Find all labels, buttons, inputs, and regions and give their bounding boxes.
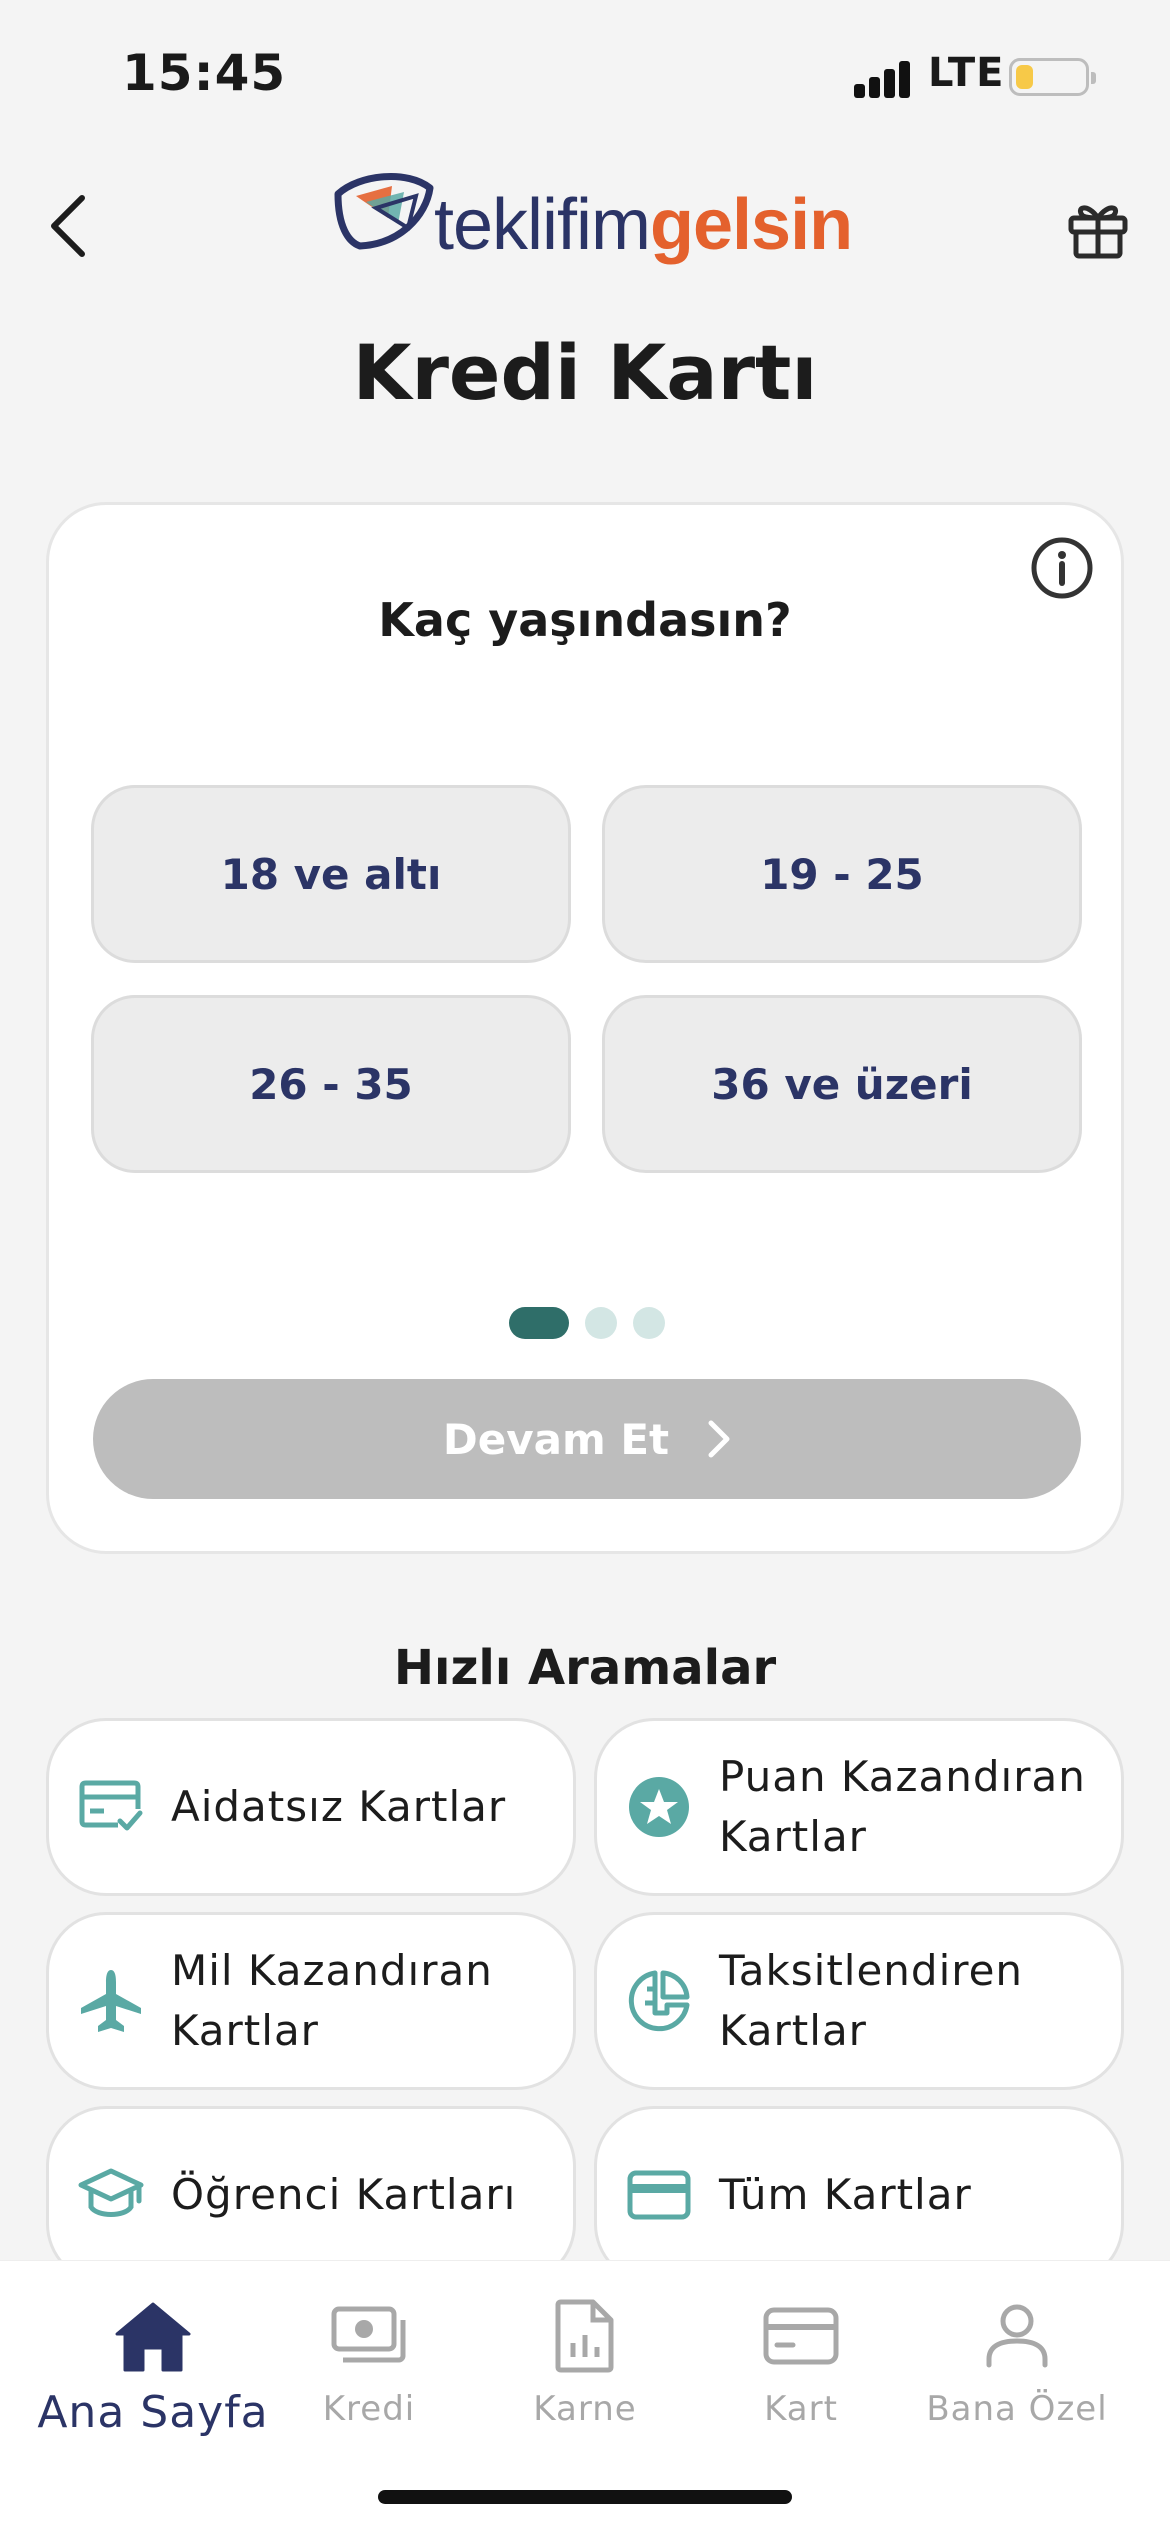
tab-label: Ana Sayfa — [37, 2387, 269, 2438]
status-time: 15:45 — [122, 44, 287, 102]
quick-search-title: Hızlı Aramalar — [393, 1640, 777, 1696]
tab-label: Karne — [533, 2389, 637, 2429]
quick-search-label: Aidatsız Kartlar — [171, 1782, 507, 1831]
step-indicator — [509, 1307, 709, 1339]
step-dot — [633, 1307, 665, 1339]
logo-mark-icon — [334, 173, 434, 250]
info-button[interactable] — [1029, 535, 1095, 601]
card-check-icon — [73, 1769, 149, 1845]
star-badge-icon — [621, 1769, 697, 1845]
report-icon — [540, 2291, 630, 2381]
tab-label: Kart — [764, 2389, 838, 2429]
logo-text-part2: gelsin — [650, 185, 853, 265]
quick-search-label: Mil Kazandıran Kartlar — [171, 1946, 493, 2055]
network-label: LTE — [928, 50, 1005, 96]
tab-label: Bana Özel — [926, 2389, 1108, 2429]
status-bar: 15:45 LTE — [0, 0, 1170, 150]
quick-search-label: Puan Kazandıran Kartlar — [719, 1752, 1086, 1861]
age-option-18-under[interactable]: 18 ve altı — [91, 785, 571, 963]
quick-search-label: Taksitlendiren Kartlar — [719, 1946, 1024, 2055]
card-icon — [756, 2291, 846, 2381]
quick-search-installment-cards[interactable]: Taksitlendiren Kartlar — [594, 1912, 1124, 2090]
quick-search-no-fee-cards[interactable]: Aidatsız Kartlar — [46, 1718, 576, 1896]
gift-button[interactable] — [1058, 188, 1138, 268]
screen: 15:45 LTE teklifimgelsin Kredi Kartı Kaç… — [0, 0, 1170, 2532]
user-icon — [972, 2291, 1062, 2381]
info-icon — [1031, 537, 1093, 599]
signal-icon — [854, 58, 912, 98]
tab-kart[interactable]: Kart — [684, 2291, 918, 2481]
chevron-left-icon — [51, 195, 85, 257]
tab-label: Kredi — [322, 2389, 416, 2429]
cash-icon — [324, 2291, 414, 2381]
battery-icon — [1009, 58, 1096, 96]
tab-bana-ozel[interactable]: Bana Özel — [900, 2291, 1134, 2481]
gift-icon — [1068, 205, 1128, 259]
question-text: Kaç yaşındasın? — [378, 593, 792, 647]
airplane-icon — [73, 1963, 149, 2039]
battery-level — [1016, 65, 1033, 89]
quick-search-label: Tüm Kartlar — [719, 2170, 972, 2219]
step-dot-active — [509, 1307, 569, 1339]
back-button[interactable] — [28, 180, 108, 272]
age-option-19-25[interactable]: 19 - 25 — [602, 785, 1082, 963]
tab-kredi[interactable]: Kredi — [252, 2291, 486, 2481]
installment-icon — [621, 1963, 697, 2039]
brand-logo: teklifimgelsin — [330, 160, 853, 270]
quick-search-label: Öğrenci Kartları — [171, 2170, 517, 2219]
continue-button-label: Devam Et — [442, 1414, 670, 1464]
home-indicator — [378, 2490, 792, 2504]
logo-text: teklifimgelsin — [434, 184, 853, 266]
quick-search-all-cards[interactable]: Tüm Kartlar — [594, 2106, 1124, 2284]
quick-search-points-cards[interactable]: Puan Kazandıran Kartlar — [594, 1718, 1124, 1896]
age-option-36-over[interactable]: 36 ve üzeri — [602, 995, 1082, 1173]
age-option-26-35[interactable]: 26 - 35 — [91, 995, 571, 1173]
credit-card-icon — [621, 2157, 697, 2233]
step-dot — [585, 1307, 617, 1339]
age-question-card: Kaç yaşındasın? 18 ve altı 19 - 25 26 - … — [46, 502, 1124, 1554]
chevron-right-icon — [708, 1420, 730, 1458]
home-icon — [108, 2291, 198, 2381]
quick-search-miles-cards[interactable]: Mil Kazandıran Kartlar — [46, 1912, 576, 2090]
tab-home[interactable]: Ana Sayfa — [36, 2291, 270, 2481]
quick-search-student-cards[interactable]: Öğrenci Kartları — [46, 2106, 576, 2284]
graduation-cap-icon — [73, 2157, 149, 2233]
logo-text-part1: teklifim — [434, 185, 651, 265]
page-title: Kredi Kartı — [352, 328, 818, 417]
tab-karne[interactable]: Karne — [468, 2291, 702, 2481]
continue-button[interactable]: Devam Et — [93, 1379, 1081, 1499]
